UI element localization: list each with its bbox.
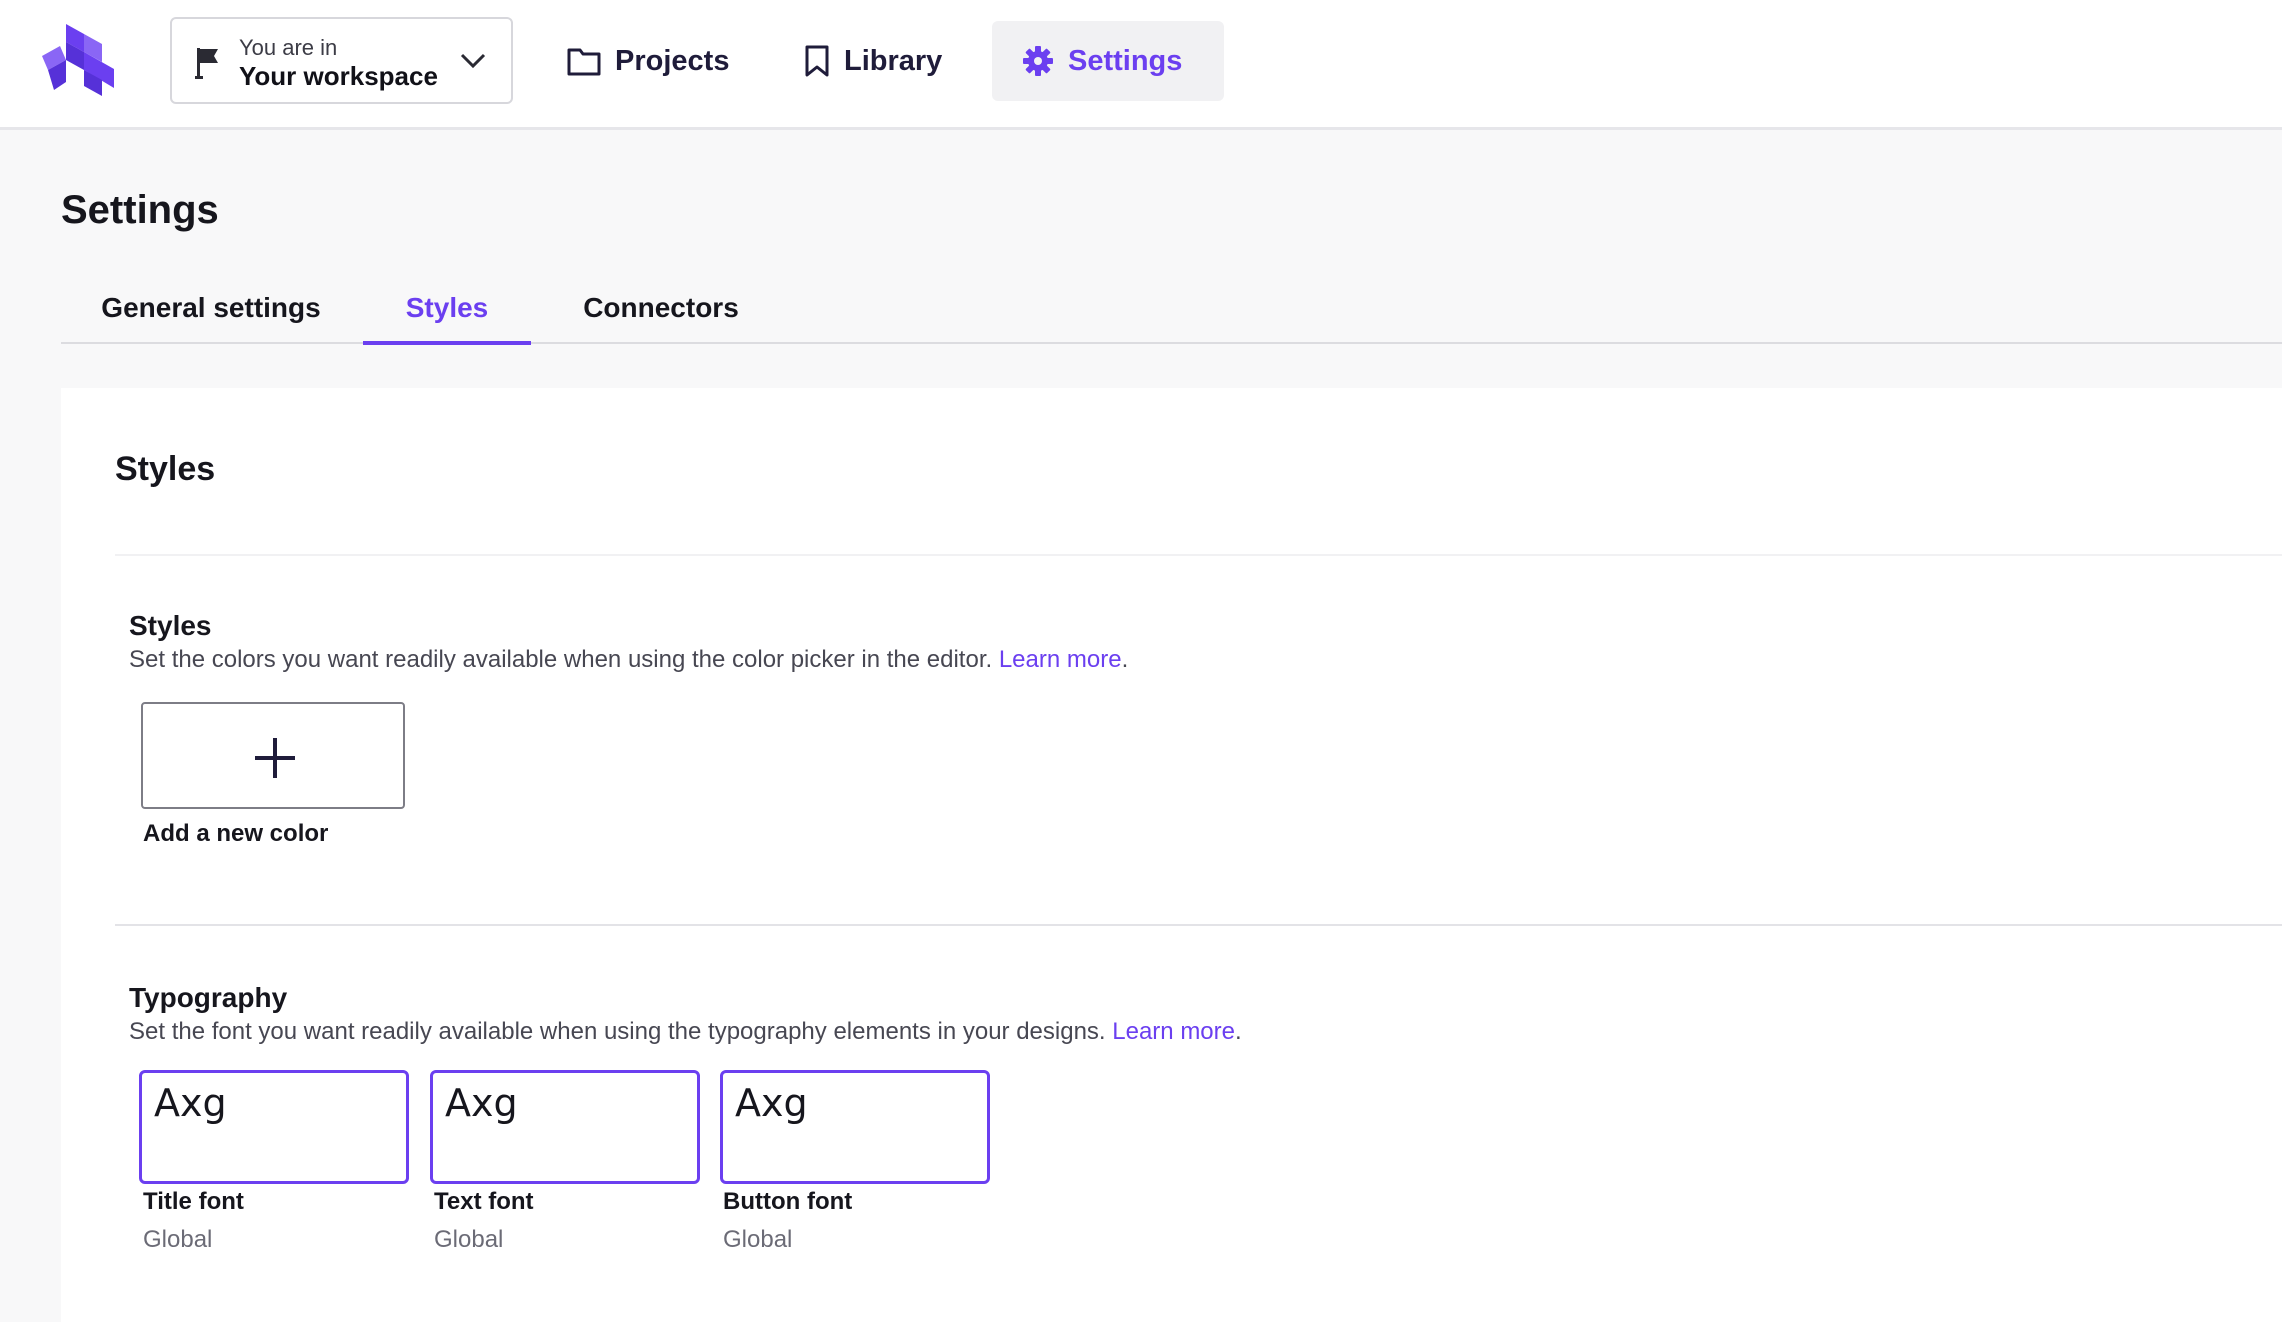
typography-section-title: Typography [129,982,288,1013]
nav-library-label: Library [844,44,943,77]
add-color-button[interactable] [141,702,405,809]
brand-logo-icon[interactable] [40,24,114,96]
typography-description-text: Set the font you want readily available … [129,1018,1106,1045]
nav-settings-label: Settings [1068,44,1183,77]
button-font-sample: Axg [735,1081,808,1125]
top-navigation-bar: You are in Your workspace Projects Libra… [0,0,2282,130]
button-font-name: Button font [723,1188,853,1215]
folder-icon [567,48,601,76]
gear-icon [1023,46,1053,76]
button-font-card[interactable]: Axg [720,1070,990,1184]
title-font-card[interactable]: Axg [139,1070,409,1184]
title-font-scope: Global [143,1226,213,1253]
settings-tabs: General settings Styles Connectors [61,280,2282,345]
add-color-label: Add a new color [143,820,329,847]
section-divider [115,924,2282,926]
flag-icon [195,48,218,79]
workspace-label: You are in [239,35,338,60]
styles-section-description: Set the colors you want readily availabl… [129,646,1129,673]
typography-section-description: Set the font you want readily available … [129,1018,1242,1045]
styles-learn-more-link[interactable]: Learn more [999,646,1122,673]
card-title: Styles [115,450,216,488]
card-header-divider [115,554,2282,556]
page-title: Settings [61,188,219,232]
title-font-name: Title font [143,1188,244,1215]
title-font-sample: Axg [154,1081,227,1125]
styles-section-title: Styles [129,610,212,641]
nav-projects-label: Projects [615,44,730,77]
text-font-sample: Axg [445,1081,518,1125]
plus-icon [255,738,295,778]
nav-projects[interactable]: Projects [537,21,756,101]
tab-styles[interactable]: Styles [363,280,531,345]
typography-learn-more-link[interactable]: Learn more [1112,1018,1235,1045]
nav-library[interactable]: Library [774,21,974,101]
button-font-scope: Global [723,1226,793,1253]
chevron-down-icon [460,53,486,69]
bookmark-icon [805,45,829,77]
tab-connectors[interactable]: Connectors [551,280,771,344]
styles-description-text: Set the colors you want readily availabl… [129,646,993,673]
text-font-scope: Global [434,1226,504,1253]
nav-settings[interactable]: Settings [992,21,1224,101]
workspace-selector[interactable]: You are in Your workspace [170,17,513,104]
text-font-name: Text font [434,1188,534,1215]
tab-general-settings[interactable]: General settings [61,280,361,344]
styles-card: Styles Styles Set the colors you want re… [61,388,2282,1322]
workspace-name: Your workspace [239,61,438,91]
text-font-card[interactable]: Axg [430,1070,700,1184]
